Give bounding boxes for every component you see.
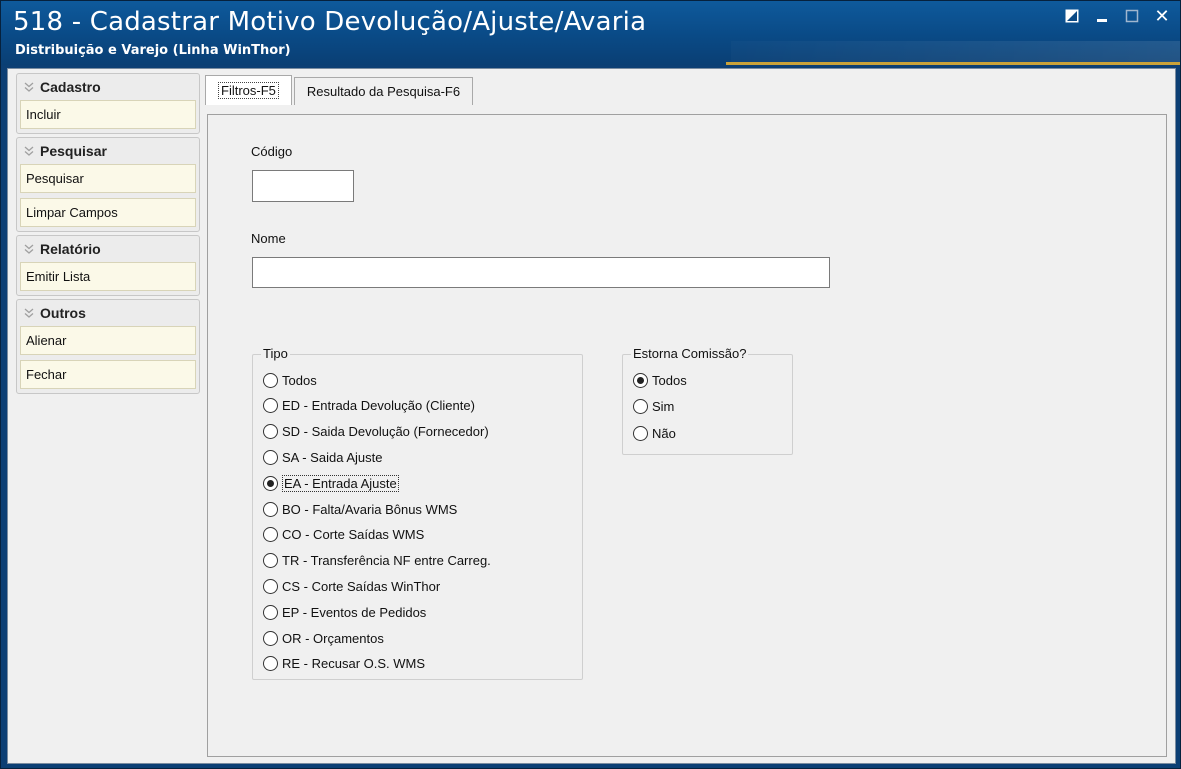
radio-button-icon[interactable] (633, 372, 648, 388)
radio-option-or-orcamentos[interactable]: OR - Orçamentos (263, 629, 384, 647)
radio-button-icon[interactable] (263, 424, 278, 440)
radio-option-re-recusar-o-s-wms[interactable]: RE - Recusar O.S. WMS (263, 655, 425, 673)
radio-label: TR - Transferência NF entre Carreg. (282, 553, 491, 569)
radio-option-ep-eventos-de-pedidos[interactable]: EP - Eventos de Pedidos (263, 603, 426, 621)
radio-button-icon[interactable] (263, 398, 278, 414)
sidebar-group-relatorio: Relatório Emitir Lista (16, 235, 200, 296)
nome-input[interactable] (252, 257, 830, 288)
title-accent-line (726, 62, 1180, 65)
radio-button-icon[interactable] (263, 578, 278, 594)
maximize-icon[interactable] (1122, 7, 1142, 25)
radio-label: ED - Entrada Devolução (Cliente) (282, 398, 475, 414)
tipo-legend: Tipo (261, 346, 290, 361)
sidebar-item-incluir[interactable]: Incluir (20, 100, 196, 129)
radio-button-icon[interactable] (263, 449, 278, 465)
radio-label: EP - Eventos de Pedidos (282, 604, 427, 620)
radio-label: Todos (652, 372, 687, 388)
radio-button-icon[interactable] (263, 475, 278, 491)
radio-label: RE - Recusar O.S. WMS (282, 656, 426, 672)
close-icon[interactable]: ✕ (1152, 6, 1172, 27)
radio-button-icon[interactable] (263, 372, 278, 388)
radio-option-sa-saida-ajuste[interactable]: SA - Saida Ajuste (263, 448, 382, 466)
sidebar-group-title: Outros (40, 305, 86, 321)
radio-option-sim[interactable]: Sim (633, 398, 674, 416)
radio-button-icon[interactable] (263, 527, 278, 543)
sidebar-group-header[interactable]: Cadastro (17, 74, 199, 100)
sidebar-group-title: Relatório (40, 241, 101, 257)
sidebar-item-limpar-campos[interactable]: Limpar Campos (20, 198, 196, 227)
radio-option-tr-transferencia-nf-entre-carreg[interactable]: TR - Transferência NF entre Carreg. (263, 552, 491, 570)
tab-resultado-label: Resultado da Pesquisa-F6 (306, 84, 461, 99)
radio-option-todos[interactable]: Todos (263, 371, 317, 389)
title-bar[interactable]: 518 - Cadastrar Motivo Devolução/Ajuste/… (1, 1, 1180, 65)
sidebar-item-fechar[interactable]: Fechar (20, 360, 196, 389)
radio-option-cs-corte-saidas-winthor[interactable]: CS - Corte Saídas WinThor (263, 577, 440, 595)
codigo-input[interactable] (252, 170, 354, 202)
sidebar-group-header[interactable]: Outros (17, 300, 199, 326)
chevron-double-down-icon (24, 244, 34, 254)
edit-icon[interactable] (1062, 7, 1082, 25)
sidebar-group-title: Cadastro (40, 79, 101, 95)
sidebar-group-cadastro: Cadastro Incluir (16, 73, 200, 134)
sidebar: Cadastro Incluir Pesquisar Pesquisar Limpar … (16, 73, 200, 397)
sidebar-group-outros: Outros Alienar Fechar (16, 299, 200, 394)
radio-button-icon[interactable] (633, 399, 648, 414)
tab-strip: Filtros-F5 Resultado da Pesquisa-F6 (205, 75, 475, 105)
radio-option-ed-entrada-devolucao-cliente[interactable]: ED - Entrada Devolução (Cliente) (263, 397, 475, 415)
radio-button-icon[interactable] (263, 656, 278, 672)
tab-filtros-label: Filtros-F5 (218, 82, 279, 99)
sidebar-group-pesquisar: Pesquisar Pesquisar Limpar Campos (16, 137, 200, 232)
radio-option-todos[interactable]: Todos (633, 371, 687, 389)
radio-label: CO - Corte Saídas WMS (282, 527, 425, 543)
radio-label: BO - Falta/Avaria Bônus WMS (282, 501, 458, 517)
tab-filtros[interactable]: Filtros-F5 (205, 75, 292, 105)
chevron-double-down-icon (24, 82, 34, 92)
radio-label: Não (652, 425, 676, 441)
radio-option-nao[interactable]: Não (633, 424, 676, 442)
estorna-comissao-groupbox: Estorna Comissão? Todos Sim Não (622, 346, 793, 455)
main-client-area: Cadastro Incluir Pesquisar Pesquisar Limpar … (7, 68, 1176, 764)
window-title: 518 - Cadastrar Motivo Devolução/Ajuste/… (13, 7, 647, 37)
filters-panel: Código Nome Tipo Todos ED - Entrada Devol… (207, 114, 1167, 757)
minimize-icon[interactable] (1092, 7, 1112, 25)
radio-label: Sim (652, 399, 675, 414)
radio-button-icon[interactable] (263, 553, 278, 569)
radio-option-bo-falta-avaria-bonus-wms[interactable]: BO - Falta/Avaria Bônus WMS (263, 500, 457, 518)
radio-button-icon[interactable] (263, 630, 278, 646)
radio-option-ea-entrada-ajuste[interactable]: EA - Entrada Ajuste (263, 474, 399, 492)
radio-option-sd-saida-devolucao-fornecedor[interactable]: SD - Saida Devolução (Fornecedor) (263, 423, 489, 441)
tipo-groupbox: Tipo Todos ED - Entrada Devolução (Client… (252, 346, 583, 680)
window-subtitle: Distribuição e Varejo (Linha WinThor) (15, 43, 291, 58)
sidebar-group-header[interactable]: Pesquisar (17, 138, 199, 164)
estorna-comissao-legend: Estorna Comissão? (631, 346, 749, 361)
sidebar-group-header[interactable]: Relatório (17, 236, 199, 262)
radio-label: SD - Saida Devolução (Fornecedor) (282, 424, 489, 440)
radio-button-icon[interactable] (633, 425, 648, 441)
radio-label: SA - Saida Ajuste (282, 449, 383, 465)
sidebar-item-emitir-lista[interactable]: Emitir Lista (20, 262, 196, 291)
window-controls: ✕ (1062, 6, 1172, 27)
radio-label: OR - Orçamentos (282, 630, 384, 646)
chevron-double-down-icon (24, 308, 34, 318)
application-window: 518 - Cadastrar Motivo Devolução/Ajuste/… (0, 0, 1181, 769)
tab-resultado-pesquisa[interactable]: Resultado da Pesquisa-F6 (293, 77, 474, 105)
radio-label: CS - Corte Saídas WinThor (282, 578, 441, 594)
radio-button-icon[interactable] (263, 501, 278, 517)
sidebar-item-pesquisar[interactable]: Pesquisar (20, 164, 196, 193)
radio-label: Todos (282, 372, 317, 388)
sidebar-item-alienar[interactable]: Alienar (20, 326, 196, 355)
radio-option-co-corte-saidas-wms[interactable]: CO - Corte Saídas WMS (263, 526, 424, 544)
radio-label: EA - Entrada Ajuste (282, 474, 399, 492)
codigo-label: Código (251, 144, 293, 159)
nome-label: Nome (251, 231, 286, 246)
radio-button-icon[interactable] (263, 604, 278, 620)
chevron-double-down-icon (24, 146, 34, 156)
sidebar-group-title: Pesquisar (40, 143, 107, 159)
